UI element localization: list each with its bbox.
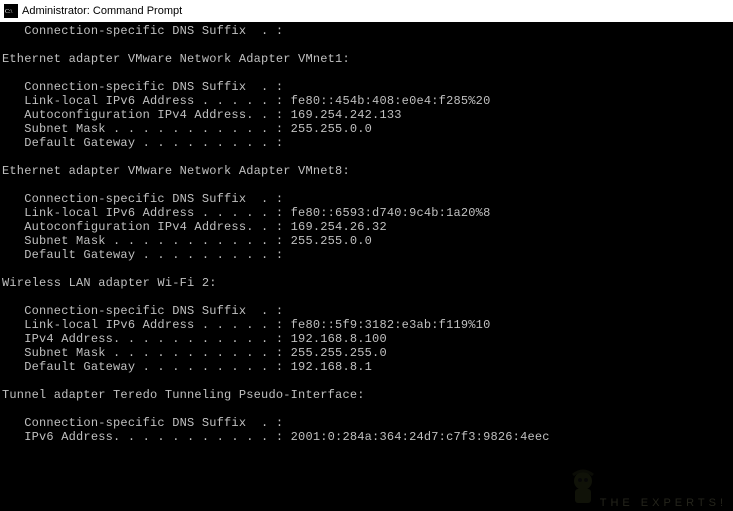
output-line: Link-local IPv6 Address . . . . . : fe80…	[2, 94, 490, 108]
output-line: Subnet Mask . . . . . . . . . . . : 255.…	[2, 346, 387, 360]
watermark-mascot-icon	[563, 467, 603, 507]
output-line: Connection-specific DNS Suffix . :	[2, 80, 283, 94]
watermark-text: THE EXPERTS!	[600, 497, 727, 509]
output-line: Connection-specific DNS Suffix . :	[2, 304, 283, 318]
svg-text:C:\: C:\	[5, 9, 13, 15]
terminal-output[interactable]: Connection-specific DNS Suffix . : Ether…	[0, 22, 733, 446]
output-line: Autoconfiguration IPv4 Address. . : 169.…	[2, 108, 402, 122]
output-line: Link-local IPv6 Address . . . . . : fe80…	[2, 318, 490, 332]
cmd-icon: C:\	[4, 4, 18, 18]
output-line: Link-local IPv6 Address . . . . . : fe80…	[2, 206, 490, 220]
output-line: Connection-specific DNS Suffix . :	[2, 416, 283, 430]
adapter-header: Ethernet adapter VMware Network Adapter …	[2, 52, 350, 66]
output-line: Connection-specific DNS Suffix . :	[2, 192, 283, 206]
output-line: Default Gateway . . . . . . . . . :	[2, 136, 283, 150]
adapter-header: Wireless LAN adapter Wi-Fi 2:	[2, 276, 217, 290]
output-line: IPv6 Address. . . . . . . . . . . : 2001…	[2, 430, 550, 444]
output-line: Autoconfiguration IPv4 Address. . : 169.…	[2, 220, 387, 234]
adapter-header: Tunnel adapter Teredo Tunneling Pseudo-I…	[2, 388, 365, 402]
adapter-header: Ethernet adapter VMware Network Adapter …	[2, 164, 350, 178]
window-title: Administrator: Command Prompt	[22, 5, 182, 17]
output-line: Default Gateway . . . . . . . . . :	[2, 248, 283, 262]
output-line: Connection-specific DNS Suffix . :	[2, 24, 283, 38]
output-line: Subnet Mask . . . . . . . . . . . : 255.…	[2, 122, 372, 136]
titlebar[interactable]: C:\ Administrator: Command Prompt	[0, 0, 733, 22]
output-line: Default Gateway . . . . . . . . . : 192.…	[2, 360, 372, 374]
output-line: Subnet Mask . . . . . . . . . . . : 255.…	[2, 234, 372, 248]
output-line: IPv4 Address. . . . . . . . . . . : 192.…	[2, 332, 387, 346]
